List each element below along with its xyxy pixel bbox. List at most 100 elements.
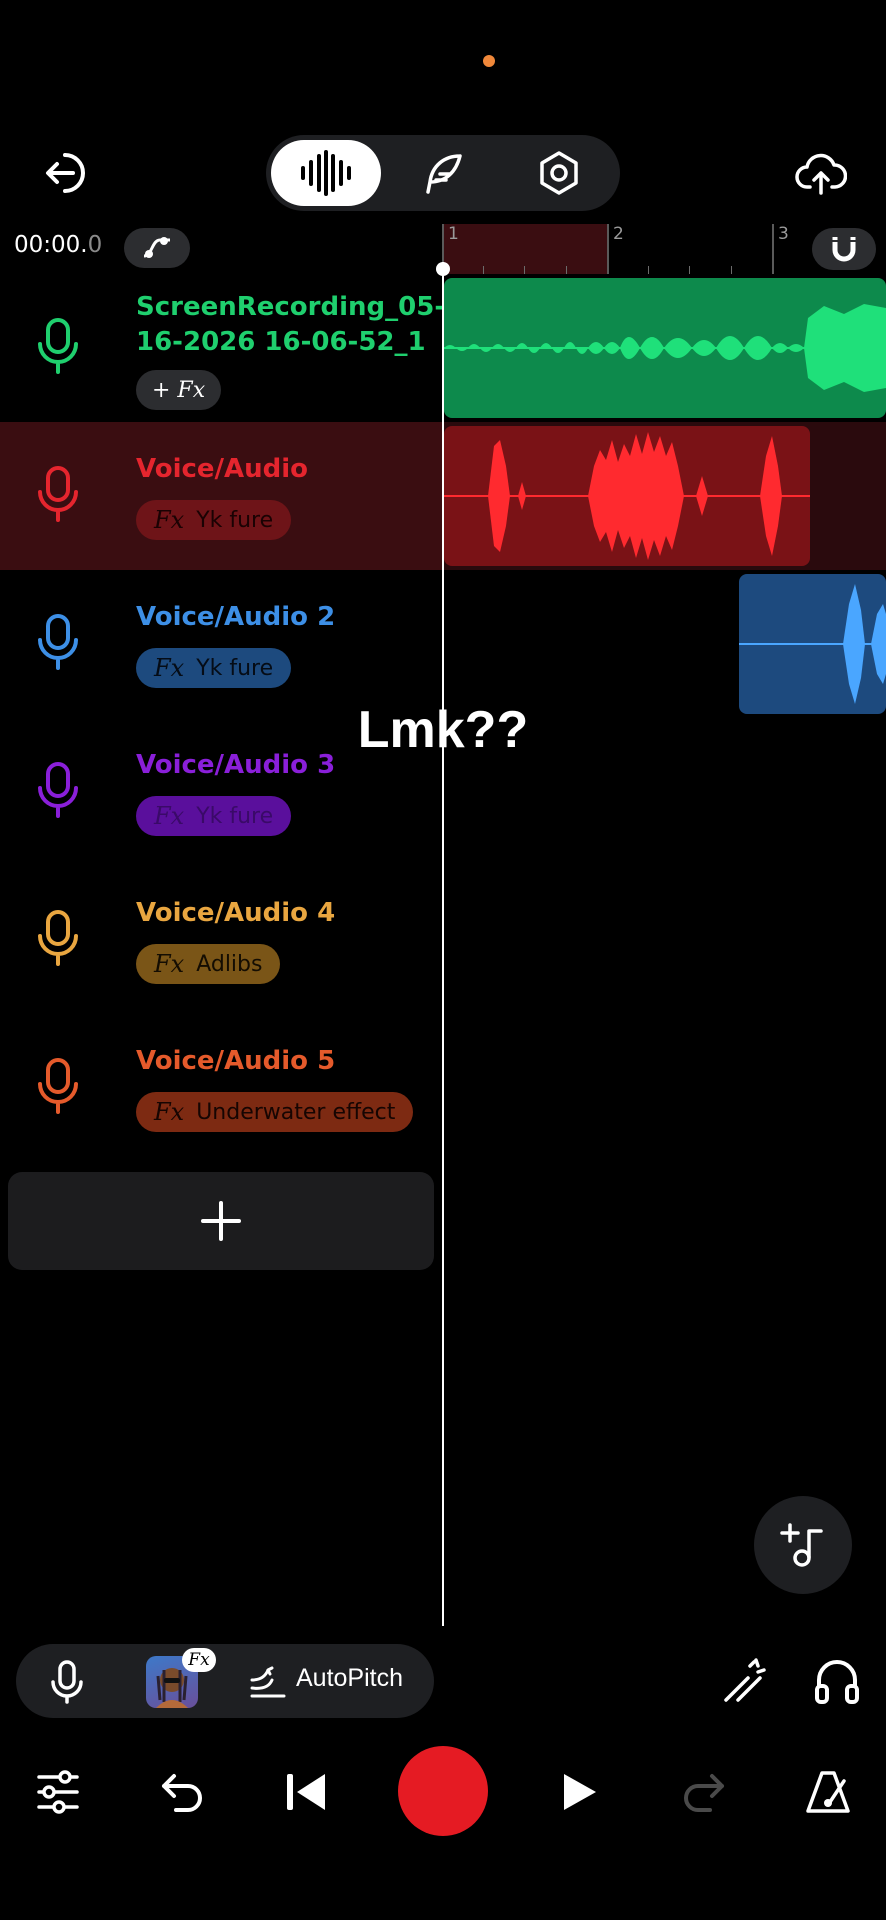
add-track-button[interactable]: [8, 1172, 434, 1270]
time-main: 00:00.: [14, 232, 88, 258]
magic-fx-button[interactable]: [710, 1646, 780, 1716]
bar-number: 1: [448, 224, 459, 244]
add-fx-button[interactable]: + Fx: [136, 370, 222, 410]
mic-icon: [38, 466, 78, 522]
play-icon: [564, 1774, 596, 1810]
hexagon-settings-icon: [540, 151, 578, 195]
beat-tick: [648, 266, 649, 274]
beat-tick: [566, 266, 567, 274]
mode-selector: [266, 135, 620, 211]
record-button[interactable]: [398, 1746, 488, 1836]
autopitch-icon: [250, 1666, 286, 1698]
metronome-icon: [806, 1771, 850, 1813]
tab-waveform-mode[interactable]: [271, 140, 381, 206]
fx-badge: Fx: [182, 1648, 216, 1672]
monitor-headphones-button[interactable]: [802, 1646, 872, 1716]
bar-line: [772, 224, 774, 274]
fx-prefix: Fx: [154, 1098, 185, 1126]
waveform: [444, 432, 810, 560]
headphones-icon: [815, 1660, 859, 1704]
mixer-button[interactable]: [18, 1752, 98, 1832]
redo-icon: [684, 1774, 724, 1812]
fx-label: Underwater effect: [196, 1099, 396, 1125]
fx-preset-avatar[interactable]: Fx: [146, 1648, 216, 1708]
fx-chip[interactable]: Fx Adlibs: [136, 944, 281, 984]
mic-icon: [38, 762, 78, 818]
mic-icon: [38, 318, 78, 374]
recording-indicator-dot: [483, 55, 495, 67]
add-music-icon: [780, 1523, 823, 1567]
fx-prefix: Fx: [154, 950, 185, 978]
plus-icon: [201, 1201, 241, 1241]
track-name: Voice/Audio 2: [136, 602, 336, 632]
mic-icon: [38, 614, 78, 670]
fx-label: Yk fure: [196, 507, 274, 533]
track-header-voice-audio-4[interactable]: Voice/Audio 4 Fx Adlibs: [0, 866, 442, 1014]
track-header-voice-audio[interactable]: Voice/Audio Fx Yk fure: [0, 422, 442, 570]
fx-label: Yk fure: [196, 655, 274, 681]
undo-button[interactable]: [142, 1752, 222, 1832]
snap-magnet-button[interactable]: [812, 228, 876, 270]
track-header-voice-audio-5[interactable]: Voice/Audio 5 Fx Underwater effect: [0, 1014, 442, 1162]
bar-line: [607, 224, 609, 274]
tab-settings-mode[interactable]: [504, 140, 614, 206]
exit-button[interactable]: [32, 138, 102, 208]
track-name: Voice/Audio: [136, 454, 309, 484]
redo-button[interactable]: [664, 1752, 744, 1832]
autopitch-button[interactable]: AutoPitch: [296, 1664, 403, 1693]
sliders-icon: [37, 1770, 79, 1814]
beat-tick: [731, 266, 732, 274]
fx-chip[interactable]: Fx Underwater effect: [136, 1092, 414, 1132]
metronome-button[interactable]: [788, 1752, 868, 1832]
magic-wand-icon: [724, 1658, 766, 1702]
tab-feather-mode[interactable]: [388, 140, 498, 206]
beat-tick: [483, 266, 484, 274]
exit-icon: [46, 153, 85, 193]
beat-tick: [524, 266, 525, 274]
feather-icon: [426, 154, 462, 194]
fx-prefix: Fx: [154, 802, 185, 830]
mic-icon: [38, 1058, 78, 1114]
waveform: [444, 304, 886, 392]
record-tools-bar: Fx AutoPitch: [16, 1644, 434, 1718]
loop-region[interactable]: [442, 224, 608, 274]
waveform: [739, 584, 886, 704]
fx-prefix: Fx: [154, 654, 185, 682]
overlay-caption: Lmk??: [357, 701, 529, 759]
playhead-handle[interactable]: [436, 262, 450, 276]
track-header-screenrecording[interactable]: ScreenRecording_05- 16-2026 16-06-52_1 +…: [0, 274, 445, 422]
mic-icon[interactable]: [50, 1660, 84, 1704]
fx-chip[interactable]: Fx Yk fure: [136, 648, 292, 688]
fx-chip[interactable]: Fx Yk fure: [136, 796, 292, 836]
fx-chip[interactable]: Fx Yk fure: [136, 500, 292, 540]
automation-button[interactable]: [124, 228, 190, 268]
track-name: Voice/Audio 4: [136, 898, 336, 928]
mic-icon: [38, 910, 78, 966]
skip-to-start-button[interactable]: [266, 1752, 346, 1832]
automation-curve-icon: [143, 237, 170, 258]
cloud-upload-icon: [795, 153, 847, 195]
bar-number: 2: [613, 224, 624, 244]
track-name-line: ScreenRecording_05-: [136, 292, 446, 322]
clip-screenrecording[interactable]: [444, 278, 886, 418]
time-readout: 00:00.0: [14, 232, 102, 258]
track-header-voice-audio-2[interactable]: Voice/Audio 2 Fx Yk fure: [0, 570, 442, 718]
fx-label: Adlibs: [196, 951, 263, 977]
upload-button[interactable]: [786, 138, 856, 208]
fx-prefix: Fx: [154, 506, 185, 534]
add-music-button[interactable]: [754, 1496, 852, 1594]
time-fraction: 0: [87, 232, 103, 258]
track-name-line: 16-2026 16-06-52_1: [136, 327, 426, 357]
clip-voice-audio[interactable]: [444, 426, 810, 566]
magnet-icon: [832, 237, 856, 262]
track-name: Voice/Audio 5: [136, 1046, 336, 1076]
undo-icon: [162, 1774, 202, 1812]
playhead[interactable]: [442, 262, 444, 1626]
fx-label: Yk fure: [196, 803, 274, 829]
waveform-icon: [301, 150, 351, 196]
play-button[interactable]: [540, 1752, 620, 1832]
clip-voice-audio-2[interactable]: [739, 574, 886, 714]
track-name: ScreenRecording_05- 16-2026 16-06-52_1: [136, 290, 445, 360]
beat-tick: [689, 266, 690, 274]
bar-number: 3: [778, 224, 789, 244]
